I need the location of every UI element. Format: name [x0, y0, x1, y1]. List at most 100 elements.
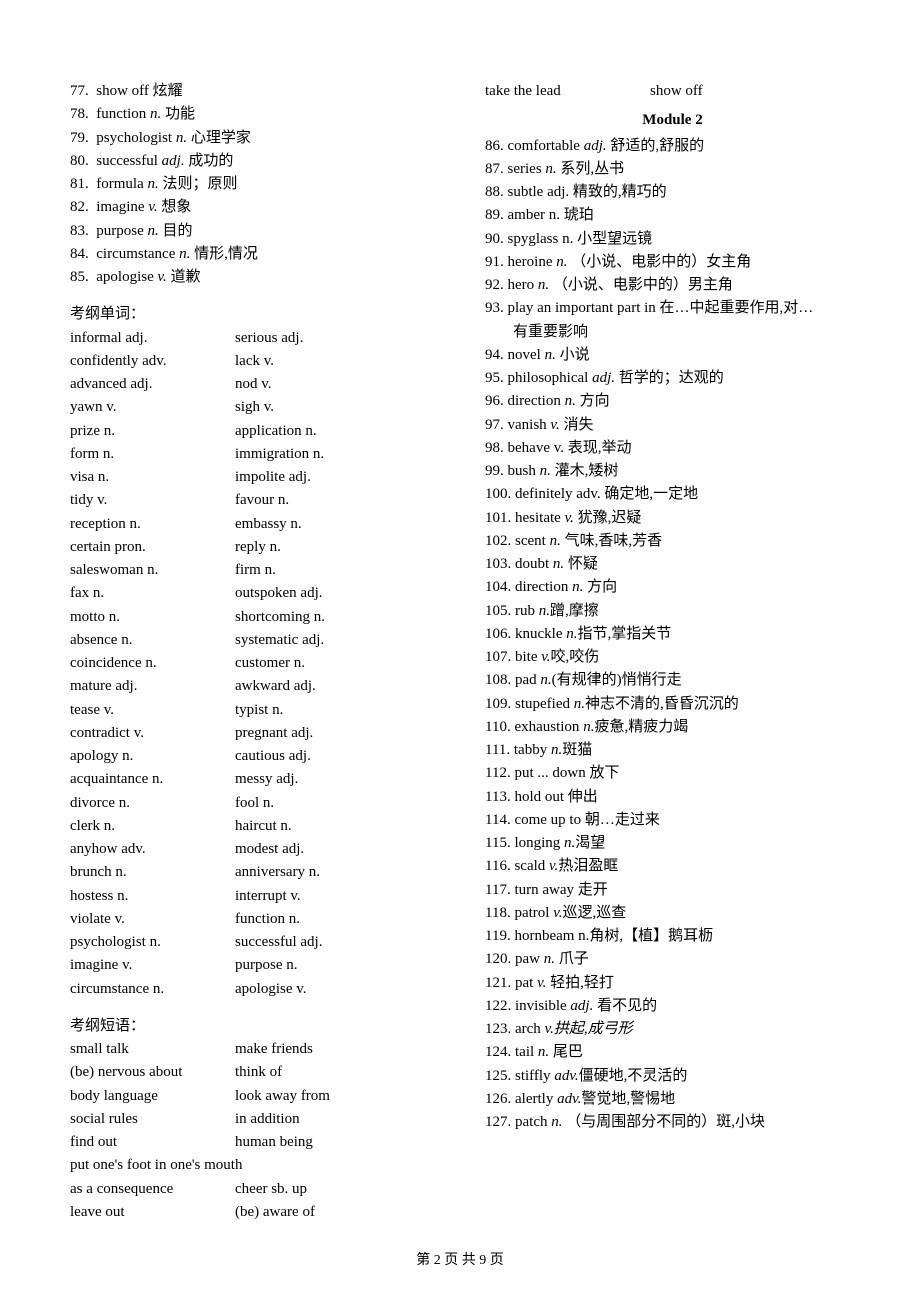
kaogang-phrases-list: small talkmake friends(be) nervous about… — [70, 1038, 445, 1224]
word-b: interrupt v. — [235, 885, 445, 908]
word-a: advanced adj. — [70, 373, 235, 396]
word-b: apologise v. — [235, 978, 445, 1001]
word-a: reception n. — [70, 513, 235, 536]
word-pair-row: absence n.systematic adj. — [70, 629, 445, 652]
word-b: modest adj. — [235, 838, 445, 861]
word-a: fax n. — [70, 582, 235, 605]
vocab-item: 117. turn away 走开 — [485, 879, 860, 902]
word-a: tidy v. — [70, 489, 235, 512]
word-b: haircut n. — [235, 815, 445, 838]
word-a: contradict v. — [70, 722, 235, 745]
word-b: successful adj. — [235, 931, 445, 954]
word-a: confidently adv. — [70, 350, 235, 373]
word-pair-row: divorce n.fool n. — [70, 792, 445, 815]
word-pair-row: form n.immigration n. — [70, 443, 445, 466]
vocab-item: 99. bush n. 灌木,矮树 — [485, 460, 860, 483]
columns: 77. show off 炫耀78. function n. 功能79. psy… — [70, 80, 860, 1224]
word-b: favour n. — [235, 489, 445, 512]
word-a: absence n. — [70, 629, 235, 652]
word-a: mature adj. — [70, 675, 235, 698]
vocab-item: 81. formula n. 法则；原则 — [70, 173, 445, 196]
word-pair-row: fax n.outspoken adj. — [70, 582, 445, 605]
word-b: pregnant adj. — [235, 722, 445, 745]
word-a: coincidence n. — [70, 652, 235, 675]
vocab-item: 98. behave v. 表现,举动 — [485, 437, 860, 460]
phrase-pair-row: social rulesin addition — [70, 1108, 445, 1131]
vocab-item: 88. subtle adj. 精致的,精巧的 — [485, 181, 860, 204]
word-a: hostess n. — [70, 885, 235, 908]
vocab-item: 115. longing n.渴望 — [485, 832, 860, 855]
phrase-pair-row: small talkmake friends — [70, 1038, 445, 1061]
page-footer: 第 2 页 共 9 页 — [0, 1250, 920, 1272]
vocab-item: 108. pad n.(有规律的)悄悄行走 — [485, 669, 860, 692]
word-a: yawn v. — [70, 396, 235, 419]
phrase-b: think of — [235, 1061, 445, 1084]
vocab-item: 90. spyglass n. 小型望远镜 — [485, 228, 860, 251]
word-b: sigh v. — [235, 396, 445, 419]
vocab-item: 85. apologise v. 道歉 — [70, 266, 445, 289]
word-pair-row: informal adj.serious adj. — [70, 327, 445, 350]
word-pair-row: coincidence n.customer n. — [70, 652, 445, 675]
vocab-item: 94. novel n. 小说 — [485, 344, 860, 367]
word-b: fool n. — [235, 792, 445, 815]
left-column: 77. show off 炫耀78. function n. 功能79. psy… — [70, 80, 445, 1224]
word-b: function n. — [235, 908, 445, 931]
word-pair-row: visa n.impolite adj. — [70, 466, 445, 489]
vocab-item: 111. tabby n.斑猫 — [485, 739, 860, 762]
word-b: messy adj. — [235, 768, 445, 791]
phrase-a: (be) nervous about — [70, 1061, 235, 1084]
word-pair-row: hostess n.interrupt v. — [70, 885, 445, 908]
word-pair-row: circumstance n.apologise v. — [70, 978, 445, 1001]
vocab-item: 118. patrol v.巡逻,巡查 — [485, 902, 860, 925]
word-a: motto n. — [70, 606, 235, 629]
word-a: anyhow adv. — [70, 838, 235, 861]
word-b: outspoken adj. — [235, 582, 445, 605]
vocab-item: 104. direction n. 方向 — [485, 576, 860, 599]
page: 77. show off 炫耀78. function n. 功能79. psy… — [0, 0, 920, 1302]
word-b: customer n. — [235, 652, 445, 675]
vocab-item: 87. series n. 系列,丛书 — [485, 158, 860, 181]
word-a: saleswoman n. — [70, 559, 235, 582]
vocab-item: 116. scald v.热泪盈眶 — [485, 855, 860, 878]
top-phrase-b: show off — [650, 80, 860, 103]
vocab-item: 96. direction n. 方向 — [485, 390, 860, 413]
vocab-item: 107. bite v.咬,咬伤 — [485, 646, 860, 669]
word-pair-row: anyhow adv.modest adj. — [70, 838, 445, 861]
vocab-item: 114. come up to 朝…走过来 — [485, 809, 860, 832]
phrase-b: cheer sb. up — [235, 1178, 445, 1201]
phrase-pair-row: body languagelook away from — [70, 1085, 445, 1108]
kaogang-words-label: 考纲单词： — [70, 303, 445, 326]
vocab-item: 80. successful adj. 成功的 — [70, 150, 445, 173]
vocab-item: 84. circumstance n. 情形,情况 — [70, 243, 445, 266]
word-a: acquaintance n. — [70, 768, 235, 791]
vocab-item: 123. arch v.拱起,成弓形 — [485, 1018, 860, 1041]
word-pair-row: prize n.application n. — [70, 420, 445, 443]
word-pair-row: mature adj.awkward adj. — [70, 675, 445, 698]
vocab-item: 95. philosophical adj. 哲学的；达观的 — [485, 367, 860, 390]
word-b: anniversary n. — [235, 861, 445, 884]
kaogang-phrases-label: 考纲短语： — [70, 1015, 445, 1038]
word-b: typist n. — [235, 699, 445, 722]
phrase-a: social rules — [70, 1108, 235, 1131]
word-a: imagine v. — [70, 954, 235, 977]
word-a: brunch n. — [70, 861, 235, 884]
word-b: impolite adj. — [235, 466, 445, 489]
word-pair-row: tidy v.favour n. — [70, 489, 445, 512]
phrase-a: as a consequence — [70, 1178, 235, 1201]
word-b: purpose n. — [235, 954, 445, 977]
vocab-item: 120. paw n. 爪子 — [485, 948, 860, 971]
vocab-item: 91. heroine n. （小说、电影中的）女主角 — [485, 251, 860, 274]
phrase-pair-row: (be) nervous aboutthink of — [70, 1061, 445, 1084]
word-b: immigration n. — [235, 443, 445, 466]
word-a: certain pron. — [70, 536, 235, 559]
phrase-b: make friends — [235, 1038, 445, 1061]
vocab-item: 110. exhaustion n.疲惫,精疲力竭 — [485, 716, 860, 739]
phrase-a: small talk — [70, 1038, 235, 1061]
word-pair-row: acquaintance n.messy adj. — [70, 768, 445, 791]
vocab-item: 124. tail n. 尾巴 — [485, 1041, 860, 1064]
word-a: prize n. — [70, 420, 235, 443]
module-title: Module 2 — [485, 109, 860, 132]
word-a: informal adj. — [70, 327, 235, 350]
word-pair-row: brunch n.anniversary n. — [70, 861, 445, 884]
vocab-item: 105. rub n.蹭,摩擦 — [485, 600, 860, 623]
